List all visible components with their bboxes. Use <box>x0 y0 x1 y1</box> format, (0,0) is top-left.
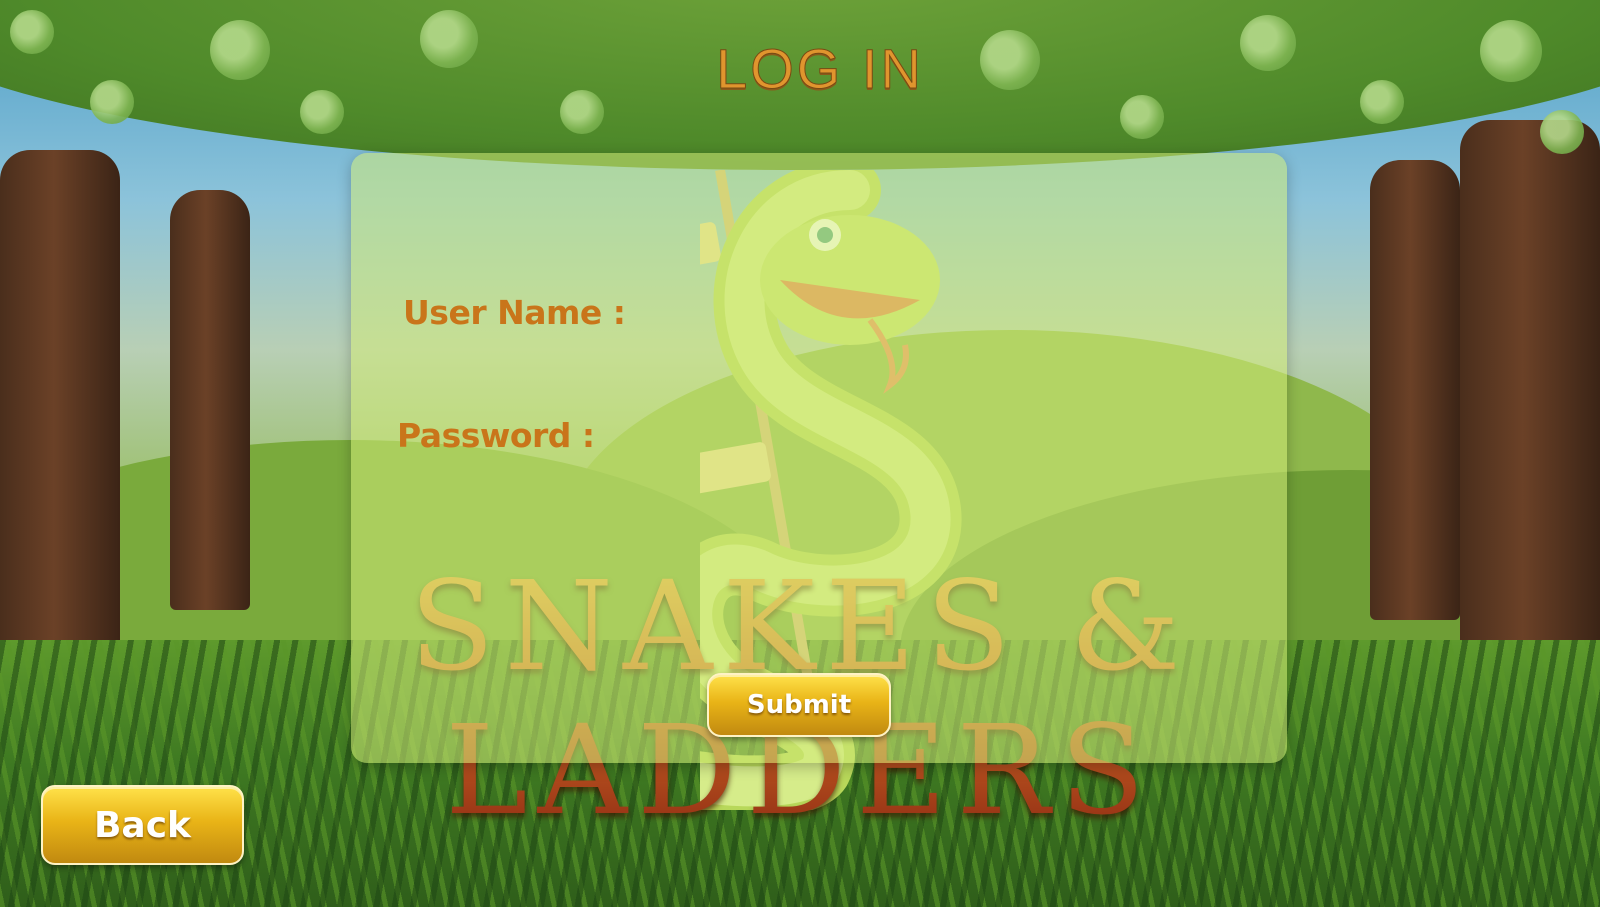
leaf <box>300 90 344 134</box>
tree-trunk <box>1370 160 1460 620</box>
leaf <box>1240 15 1296 71</box>
back-button[interactable]: Back <box>41 785 244 865</box>
leaf <box>1540 110 1584 154</box>
password-input[interactable] <box>611 412 1205 462</box>
password-label: Password : <box>397 416 595 455</box>
username-input[interactable] <box>641 289 1205 339</box>
leaf <box>1480 20 1542 82</box>
username-label: User Name : <box>403 293 626 332</box>
login-panel: User Name : Password : Submit <box>351 153 1287 763</box>
tree-trunk <box>0 150 120 670</box>
leaf <box>90 80 134 124</box>
leaf <box>420 10 478 68</box>
leaf <box>560 90 604 134</box>
leaf <box>10 10 54 54</box>
leaf <box>980 30 1040 90</box>
leaf <box>1360 80 1404 124</box>
tree-trunk <box>1460 120 1600 680</box>
submit-button[interactable]: Submit <box>707 673 891 737</box>
leaf <box>210 20 270 80</box>
tree-trunk <box>170 190 250 610</box>
page-title: LOG IN <box>716 37 924 101</box>
leaf <box>1120 95 1164 139</box>
